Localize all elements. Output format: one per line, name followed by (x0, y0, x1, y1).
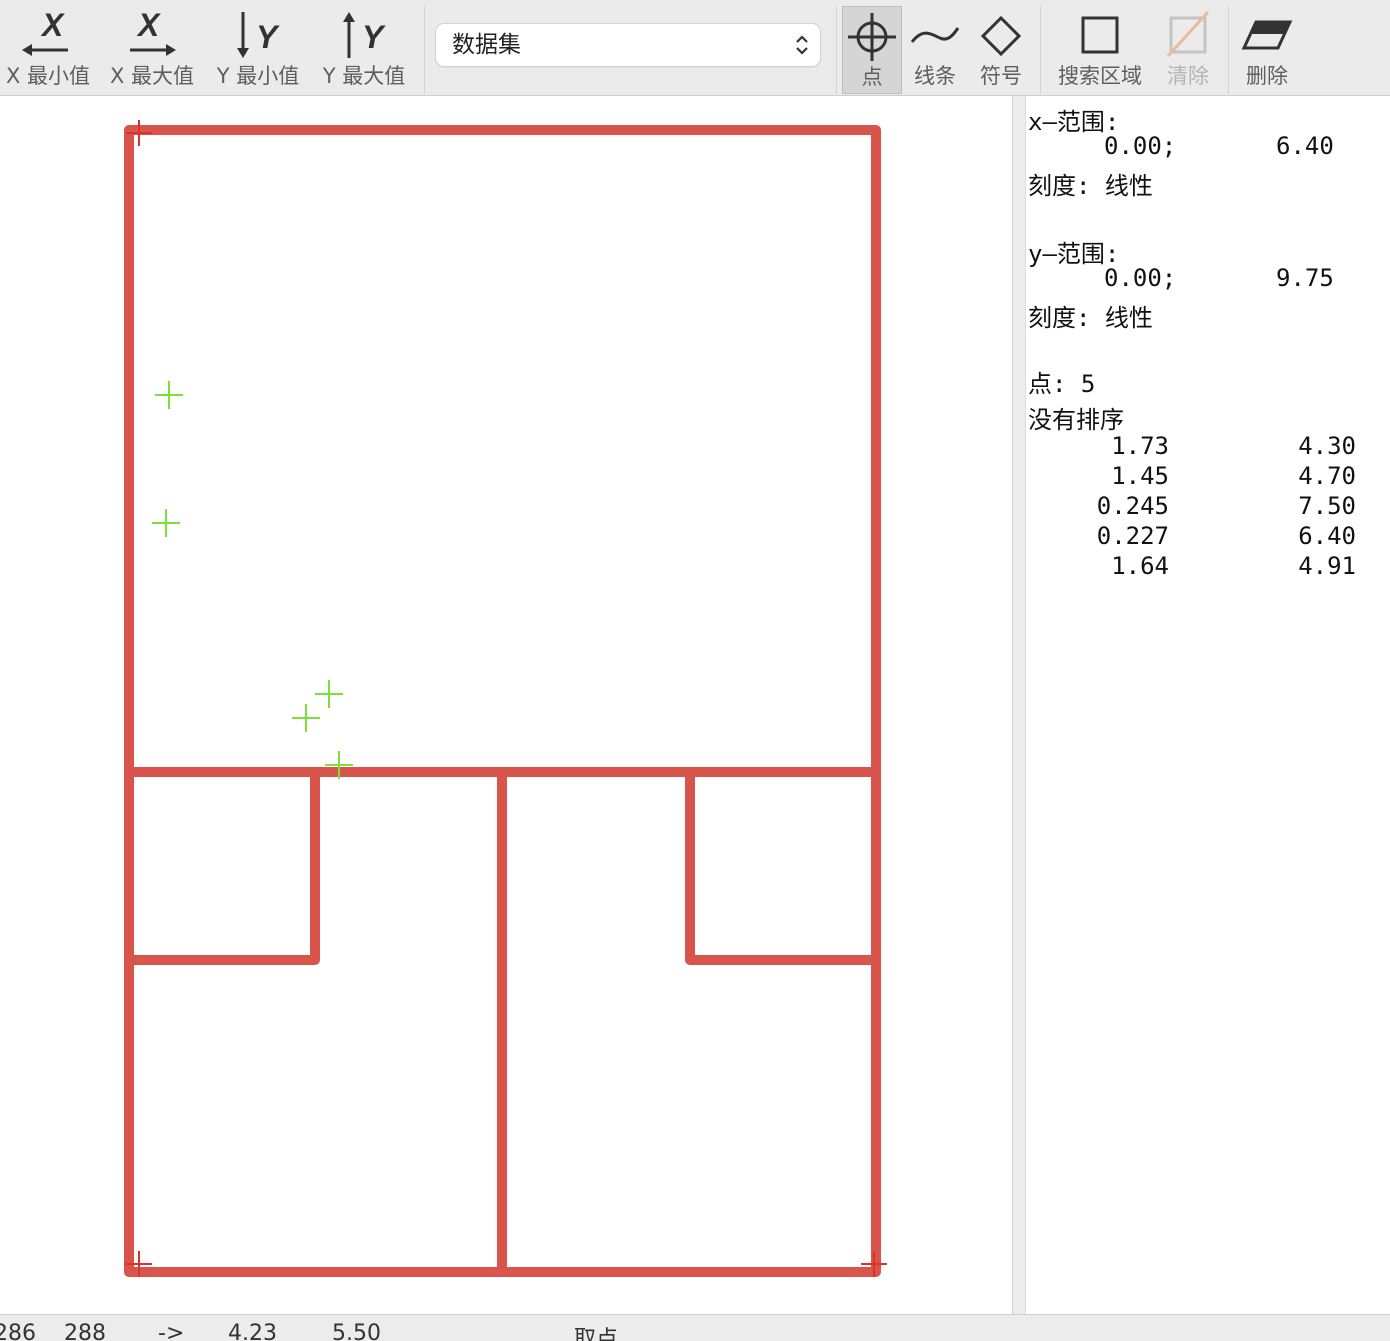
toolbar-separator (1228, 6, 1229, 94)
toolbar-separator (424, 6, 425, 94)
x-scale: 刻度: 线性 (1028, 172, 1153, 200)
plot-canvas[interactable] (0, 96, 1013, 1314)
square-icon (1081, 16, 1119, 54)
line-mode-label: 线条 (914, 64, 956, 88)
y-max-button[interactable]: Y Y 最大值 (316, 0, 412, 94)
status-bar: 286 288 -> 4.23 5.50 取点 (0, 1314, 1390, 1341)
search-area-button[interactable]: 搜索区域 (1052, 0, 1148, 94)
y-min-label: Y 最小值 (216, 64, 300, 88)
points-count: 点: 5 (1028, 370, 1096, 398)
point-y: 4.91 (1298, 552, 1356, 580)
x-min-label: X 最小值 (5, 64, 91, 88)
point-mode-label: 点 (861, 65, 883, 89)
dataset-select[interactable]: 数据集 (436, 24, 820, 66)
symbol-mode-button[interactable]: 符号 (970, 0, 1032, 94)
clear-button[interactable]: 清除 (1156, 0, 1220, 94)
left-room-wall (129, 772, 320, 965)
cursor-pixel-y: 288 (64, 1321, 106, 1341)
svg-text:Y: Y (256, 19, 280, 55)
data-point-marker (292, 704, 320, 732)
info-panel: x–范围: 0.00; 6.40 刻度: 线性 y–范围: 0.00; 9.75… (1025, 96, 1390, 1314)
y-range-max: 9.75 (1276, 264, 1334, 292)
svg-text:X: X (40, 7, 65, 43)
y-scale: 刻度: 线性 (1028, 304, 1153, 332)
data-point-marker (315, 680, 343, 708)
wave-icon (910, 27, 960, 43)
crosshair-icon (848, 13, 896, 61)
x-min-icon: X (22, 7, 68, 56)
data-point-markers (152, 381, 353, 779)
svg-text:Y: Y (362, 19, 386, 55)
clear-label: 清除 (1167, 64, 1209, 88)
y-max-label: Y 最大值 (322, 64, 406, 88)
y-min-icon: Y (237, 12, 280, 58)
symbol-mode-label: 符号 (980, 64, 1022, 88)
toolbar-separator (836, 6, 837, 94)
data-point-marker (155, 381, 183, 409)
x-max-button[interactable]: X X 最大值 (104, 0, 200, 94)
traced-image (124, 120, 887, 1277)
diamond-icon (980, 15, 1022, 57)
clear-icon (1166, 10, 1210, 58)
svg-text:X: X (136, 7, 161, 43)
x-min-button[interactable]: X X 最小值 (0, 0, 96, 94)
point-x: 1.45 (1111, 462, 1169, 490)
y-min-button[interactable]: Y Y 最小值 (210, 0, 306, 94)
x-max-label: X 最大值 (109, 64, 195, 88)
y-max-icon: Y (343, 12, 386, 58)
search-area-label: 搜索区域 (1058, 64, 1142, 88)
toolbar-separator (1040, 6, 1041, 94)
point-y: 6.40 (1298, 522, 1356, 550)
point-y: 7.50 (1298, 492, 1356, 520)
sort-status: 没有排序 (1028, 406, 1124, 434)
point-x: 0.227 (1096, 522, 1169, 550)
chevron-updown-icon (796, 35, 808, 55)
delete-label: 删除 (1246, 64, 1288, 88)
x-max-icon: X (130, 7, 176, 56)
toolbar: X X 最小值 X X 最大值 Y Y 最小值 Y Y 最大值 数据集 点 线条… (0, 0, 1390, 96)
y-range-min: 0.00; (1104, 264, 1177, 292)
point-x: 1.64 (1111, 552, 1169, 580)
cursor-pixel-x: 286 (0, 1321, 36, 1341)
x-range-min: 0.00; (1104, 132, 1177, 160)
point-x: 0.245 (1096, 492, 1169, 520)
status-mode: 取点 (574, 1327, 619, 1341)
cursor-value-x: 4.23 (228, 1321, 277, 1341)
point-y: 4.70 (1298, 462, 1356, 490)
point-mode-button[interactable]: 点 (842, 6, 902, 94)
point-x: 1.73 (1111, 432, 1169, 460)
floor-plan-frame (124, 125, 881, 1277)
data-point-marker (152, 509, 180, 537)
panel-splitter[interactable] (1013, 96, 1025, 1314)
right-room-wall (685, 772, 876, 965)
dataset-select-value: 数据集 (452, 32, 521, 58)
line-mode-button[interactable]: 线条 (904, 0, 966, 94)
x-range-max: 6.40 (1276, 132, 1334, 160)
point-y: 4.30 (1298, 432, 1356, 460)
cursor-value-y: 5.50 (332, 1321, 381, 1341)
eraser-icon (1241, 20, 1293, 50)
status-arrow: -> (158, 1321, 185, 1341)
delete-button[interactable]: 删除 (1234, 0, 1300, 94)
